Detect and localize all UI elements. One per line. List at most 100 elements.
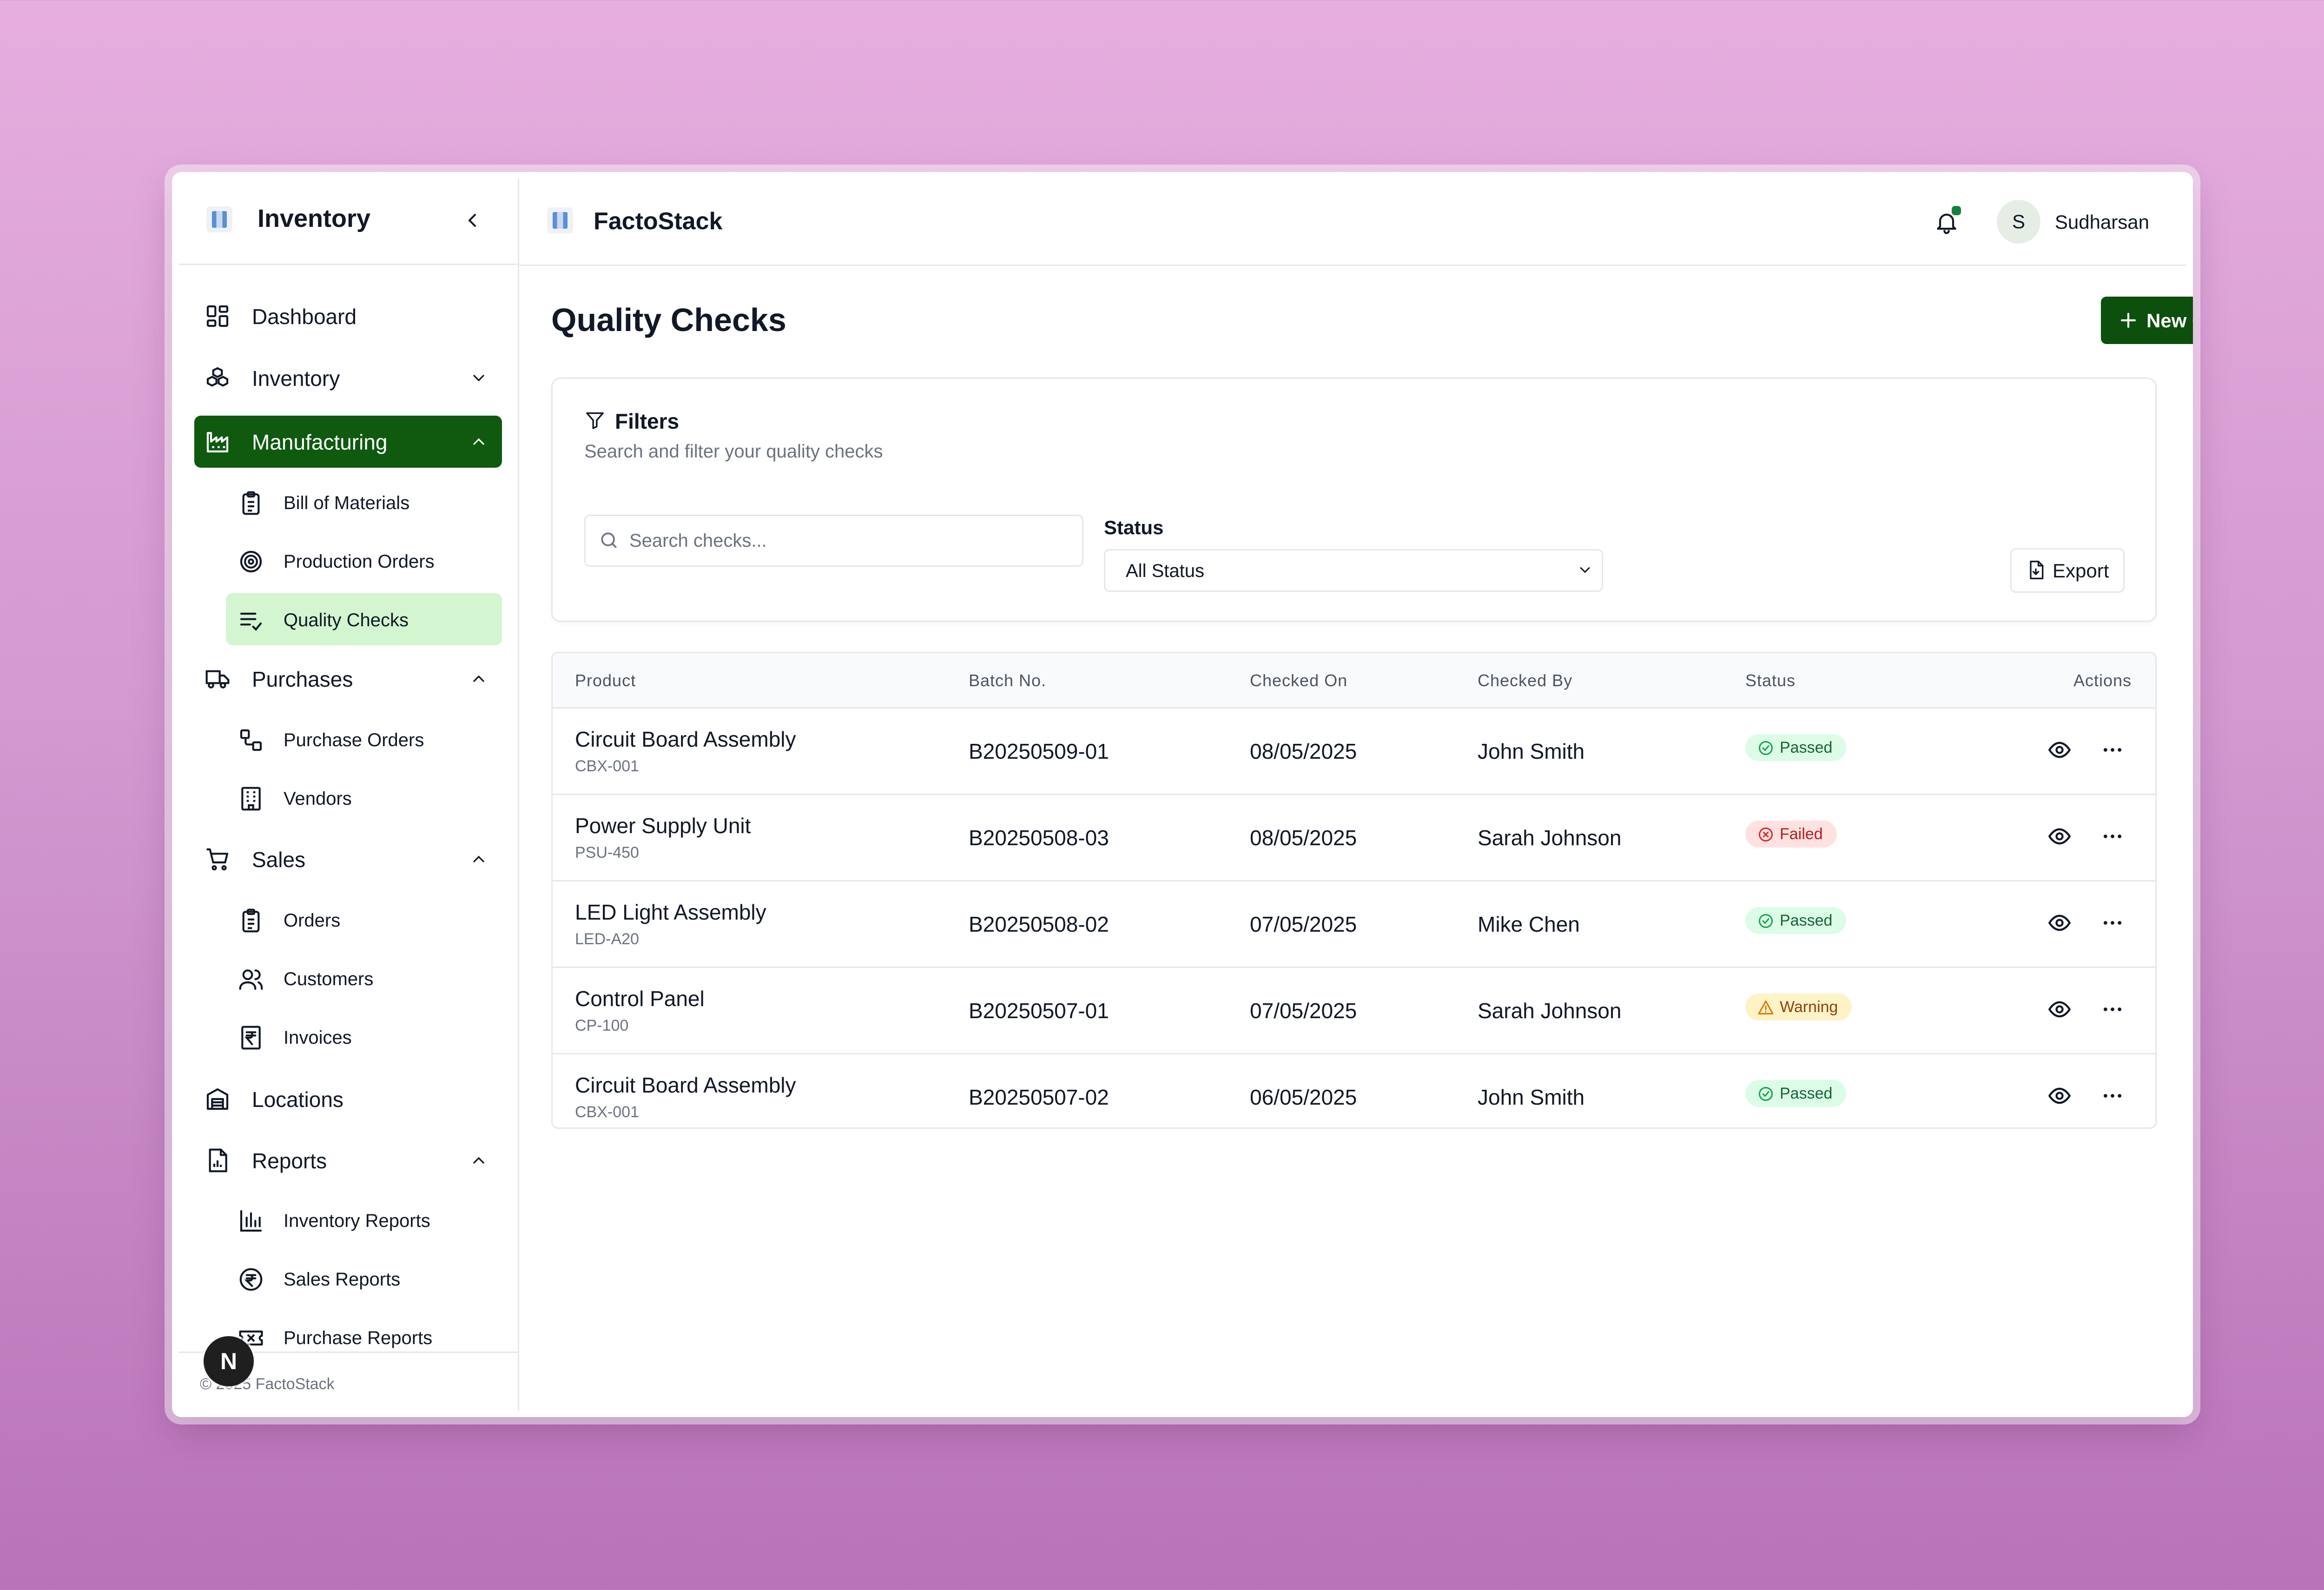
sidebar-subitem-purchase-orders[interactable]: Purchase Orders: [226, 713, 502, 765]
checked-by: Sarah Johnson: [1478, 826, 1622, 850]
view-eye-icon[interactable]: [2047, 1084, 2072, 1108]
product-code: CBX-001: [575, 757, 639, 775]
sidebar-item-sales[interactable]: Sales: [194, 833, 502, 885]
export-label: Export: [2053, 560, 2109, 582]
status-select[interactable]: All Status: [1104, 549, 1603, 592]
sidebar-subitem-inventory-reports[interactable]: Inventory Reports: [226, 1194, 502, 1246]
table-row[interactable]: Circuit Board Assembly CBX-001 B20250509…: [553, 707, 2155, 795]
sidebar-item-label: Inventory: [252, 366, 340, 391]
product-name: Power Supply Unit: [575, 814, 751, 838]
avatar[interactable]: S: [1997, 200, 2040, 244]
more-options-icon[interactable]: [2100, 824, 2125, 848]
chevron-up-icon: [469, 669, 488, 688]
batch-number: B20250507-01: [969, 999, 1109, 1023]
more-options-icon[interactable]: [2100, 1084, 2125, 1108]
collapse-sidebar-chevron-left-icon[interactable]: [461, 209, 483, 232]
sidebar-item-manufacturing[interactable]: Manufacturing: [194, 416, 502, 468]
chevron-up-icon: [469, 432, 488, 451]
sidebar-subitem-quality-checks[interactable]: Quality Checks: [226, 593, 502, 645]
filters-title: Filters: [615, 409, 680, 433]
status-filter-label: Status: [1104, 517, 1164, 538]
search-input[interactable]: [628, 526, 1067, 555]
check-circle-icon: [1757, 913, 1774, 929]
sidebar-subitem-label: Purchase Orders: [284, 730, 424, 750]
batch-number: B20250507-02: [969, 1085, 1109, 1109]
chevron-down-icon: [469, 369, 488, 387]
batch-number: B20250509-01: [969, 739, 1109, 763]
status-select-value: All Status: [1126, 561, 1204, 581]
sidebar-subitem-production-orders[interactable]: Production Orders: [226, 535, 502, 587]
sidebar-item-label: Locations: [252, 1087, 343, 1112]
sidebar-item-purchases[interactable]: Purchases: [194, 653, 502, 705]
sidebar-item-inventory[interactable]: Inventory: [194, 352, 502, 404]
dev-tools-badge[interactable]: N: [204, 1336, 254, 1386]
truck-icon: [205, 666, 231, 692]
product-code: PSU-450: [575, 844, 639, 861]
sidebar-subitem-label: Inventory Reports: [284, 1211, 430, 1231]
column-header-actions: Actions: [2073, 671, 2132, 690]
product-code: CBX-001: [575, 1103, 639, 1121]
rupee-badge-icon: [238, 1266, 264, 1292]
search-icon: [599, 530, 619, 550]
warning-triangle-icon: [1757, 999, 1774, 1016]
app-name: FactoStack: [594, 208, 723, 235]
product-code: CP-100: [575, 1017, 629, 1034]
search-field[interactable]: [584, 515, 1083, 567]
new-quality-check-button[interactable]: New Quality Check: [2101, 297, 2193, 344]
export-button[interactable]: Export: [2010, 548, 2125, 593]
table-row[interactable]: LED Light Assembly LED-A20 B20250508-02 …: [553, 880, 2155, 968]
sidebar-subitem-customers[interactable]: Customers: [226, 952, 502, 1004]
checked-by: John Smith: [1478, 739, 1585, 763]
table-row[interactable]: Circuit Board Assembly CBX-001 B20250507…: [553, 1053, 2155, 1127]
view-eye-icon[interactable]: [2047, 824, 2072, 848]
more-options-icon[interactable]: [2100, 911, 2125, 935]
more-options-icon[interactable]: [2100, 738, 2125, 762]
sidebar-item-locations[interactable]: Locations: [194, 1073, 502, 1125]
bar-chart-icon: [238, 1208, 264, 1234]
sidebar-subitem-label: Purchase Reports: [284, 1328, 433, 1348]
sidebar-subitem-invoices[interactable]: Invoices: [226, 1011, 502, 1063]
sidebar-subitem-orders[interactable]: Orders: [226, 894, 502, 946]
page-title: Quality Checks: [551, 302, 786, 338]
list-check-icon: [238, 607, 264, 633]
warehouse-icon: [205, 1086, 231, 1112]
view-eye-icon[interactable]: [2047, 911, 2072, 935]
status-text: Warning: [1780, 998, 1838, 1016]
sidebar-subitem-label: Orders: [284, 910, 341, 931]
status-text: Passed: [1780, 912, 1833, 929]
sidebar-subitem-label: Production Orders: [284, 551, 435, 572]
check-circle-icon: [1757, 1086, 1774, 1102]
table-row[interactable]: Power Supply Unit PSU-450 B20250508-03 0…: [553, 794, 2155, 881]
status-badge: Failed: [1745, 821, 1837, 848]
clipboard-list-icon: [238, 490, 264, 516]
batch-number: B20250508-03: [969, 826, 1109, 850]
table-header: Product Batch No. Checked On Checked By …: [553, 653, 2155, 709]
checked-by: John Smith: [1478, 1085, 1585, 1109]
sidebar-header: Inventory: [178, 179, 518, 265]
topbar: FactoStack S Sudharsan: [519, 179, 2186, 266]
building-icon: [238, 786, 264, 812]
checked-by: Mike Chen: [1478, 912, 1580, 936]
sidebar-item-label: Sales: [252, 848, 306, 872]
chevron-up-icon: [469, 1151, 488, 1170]
sidebar-item-label: Reports: [252, 1149, 327, 1173]
sidebar-subitem-sales-reports[interactable]: Sales Reports: [226, 1252, 502, 1305]
app-logo-icon: [206, 206, 232, 232]
sidebar-subitem-label: Vendors: [284, 788, 352, 809]
product-name: LED Light Assembly: [575, 900, 766, 924]
sidebar-item-label: Manufacturing: [252, 430, 388, 454]
product-name: Control Panel: [575, 987, 705, 1011]
plus-icon: [2119, 311, 2138, 330]
sidebar-item-dashboard[interactable]: Dashboard: [194, 290, 502, 342]
status-badge: Passed: [1745, 1080, 1847, 1107]
sidebar-subitem-vendors[interactable]: Vendors: [226, 772, 502, 824]
sidebar-subitem-bill-of-materials[interactable]: Bill of Materials: [226, 476, 502, 528]
product-name: Circuit Board Assembly: [575, 1073, 796, 1097]
view-eye-icon[interactable]: [2047, 738, 2072, 762]
table-row[interactable]: Control Panel CP-100 B20250507-01 07/05/…: [553, 967, 2155, 1054]
user-name[interactable]: Sudharsan: [2055, 211, 2149, 233]
more-options-icon[interactable]: [2100, 997, 2125, 1021]
sidebar-item-reports[interactable]: Reports: [194, 1134, 502, 1186]
view-eye-icon[interactable]: [2047, 997, 2072, 1021]
status-badge: Warning: [1745, 994, 1852, 1020]
